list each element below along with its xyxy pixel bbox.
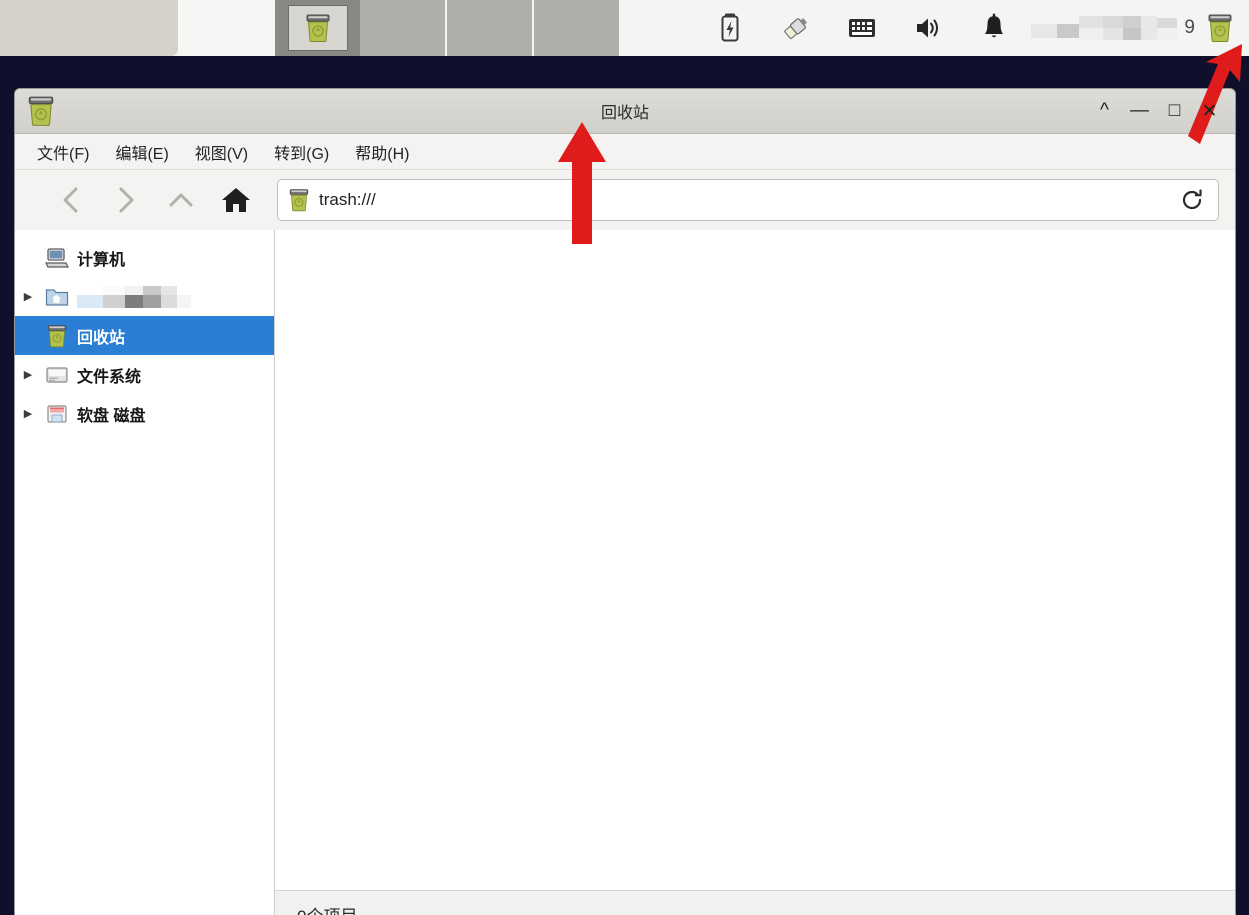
places-sidebar: ▶ 计算机 ▶ <box>15 230 274 915</box>
menu-help[interactable]: 帮助(H) <box>355 140 409 164</box>
taskbar-left-panel <box>0 0 178 56</box>
back-button[interactable] <box>43 177 98 223</box>
expander-triangle-icon[interactable]: ▶ <box>15 407 41 420</box>
volume-icon[interactable] <box>895 0 961 56</box>
window-body: ▶ 计算机 ▶ <box>15 230 1235 915</box>
home-icon <box>221 188 250 212</box>
window-maximize-button[interactable]: □ <box>1157 91 1192 131</box>
taskbar-empty-slot-3[interactable] <box>534 0 621 56</box>
trash-icon <box>41 324 73 348</box>
clock-redaction-block <box>1031 16 1183 40</box>
location-trash-icon <box>288 188 310 212</box>
sidebar-item-filesystem[interactable]: ▶ 文件系统 <box>15 355 274 394</box>
reload-button[interactable] <box>1174 182 1210 218</box>
file-list-empty[interactable] <box>275 230 1235 890</box>
expander-triangle-icon[interactable]: ▶ <box>15 290 41 303</box>
desktop: 回收站 ^ — □ ✕ 文件(F) 编辑(E) 视图(V) 转到(G) 帮助(H… <box>0 56 1249 915</box>
window-titlebar[interactable]: 回收站 ^ — □ ✕ <box>15 89 1235 134</box>
window-minimize-button[interactable]: — <box>1122 91 1157 131</box>
status-item-count: 0个项目 <box>297 902 357 915</box>
window-close-button[interactable]: ✕ <box>1192 91 1227 131</box>
window-controls: ^ — □ ✕ <box>1087 91 1235 131</box>
sidebar-item-label: 软盘 磁盘 <box>77 407 146 425</box>
reload-icon <box>1182 189 1202 210</box>
taskbar-empty-slot-2[interactable] <box>447 0 534 56</box>
taskbar-task-trash[interactable] <box>275 0 360 56</box>
battery-icon[interactable] <box>697 0 763 56</box>
sidebar-item-label: 回收站 <box>77 329 126 347</box>
navigation-toolbar: trash:/// <box>15 170 1235 230</box>
tray-trash-icon[interactable] <box>1199 0 1241 56</box>
sidebar-item-home[interactable]: ▶ <box>15 277 274 316</box>
taskbar-task-trash-button[interactable] <box>287 5 348 51</box>
trash-icon <box>306 14 329 42</box>
system-tray: 9 <box>697 0 1249 56</box>
taskbar-launcher-area <box>178 0 275 56</box>
drive-icon <box>41 364 73 386</box>
file-pane: 0个项目 <box>274 230 1235 915</box>
notification-bell-icon[interactable] <box>961 0 1027 56</box>
floppy-icon <box>41 403 73 425</box>
location-bar[interactable]: trash:/// <box>277 179 1219 221</box>
sidebar-item-floppy[interactable]: ▶ 软盘 磁盘 <box>15 394 274 433</box>
usb-device-icon[interactable] <box>763 0 829 56</box>
window-title: 回收站 <box>600 105 649 122</box>
window-shade-button[interactable]: ^ <box>1087 91 1122 131</box>
statusbar: 0个项目 <box>275 890 1235 915</box>
location-input[interactable]: trash:/// <box>319 190 376 210</box>
sidebar-item-computer[interactable]: ▶ 计算机 <box>15 238 274 277</box>
expander-triangle-icon[interactable]: ▶ <box>15 368 41 381</box>
sidebar-item-label: 计算机 <box>77 251 126 269</box>
taskbar-spacer <box>621 0 698 56</box>
menu-view[interactable]: 视图(V) <box>195 140 248 164</box>
sidebar-item-trash[interactable]: ▶ 回收站 <box>15 316 274 355</box>
home-folder-icon <box>41 286 73 308</box>
file-manager-window: 回收站 ^ — □ ✕ 文件(F) 编辑(E) 视图(V) 转到(G) 帮助(H… <box>14 88 1236 915</box>
home-label-redaction-block <box>77 285 205 308</box>
clock-redacted[interactable]: 9 <box>1027 0 1199 56</box>
expander-placeholder: ▶ <box>15 329 41 342</box>
menu-file[interactable]: 文件(F) <box>37 140 89 164</box>
menu-go[interactable]: 转到(G) <box>274 140 329 164</box>
computer-icon <box>41 247 73 269</box>
forward-button[interactable] <box>98 177 153 223</box>
taskbar: 9 <box>0 0 1249 56</box>
chevron-left-icon <box>63 187 77 213</box>
sidebar-item-label: 文件系统 <box>77 368 142 386</box>
keyboard-icon[interactable] <box>829 0 895 56</box>
chevron-right-icon <box>119 187 133 213</box>
home-button[interactable] <box>208 177 263 223</box>
clock-visible-digit: 9 <box>1184 17 1195 38</box>
screen: 9 回收站 ^ — □ ✕ 文件(F) 编辑(E) 视图(V) 转到(G) 帮助… <box>0 0 1249 915</box>
chevron-up-icon <box>169 193 192 207</box>
menu-edit[interactable]: 编辑(E) <box>115 140 168 164</box>
menubar: 文件(F) 编辑(E) 视图(V) 转到(G) 帮助(H) <box>15 134 1235 170</box>
expander-placeholder: ▶ <box>15 251 41 264</box>
up-button[interactable] <box>153 177 208 223</box>
taskbar-empty-slot-1[interactable] <box>360 0 447 56</box>
sidebar-item-label-redacted <box>73 285 205 308</box>
